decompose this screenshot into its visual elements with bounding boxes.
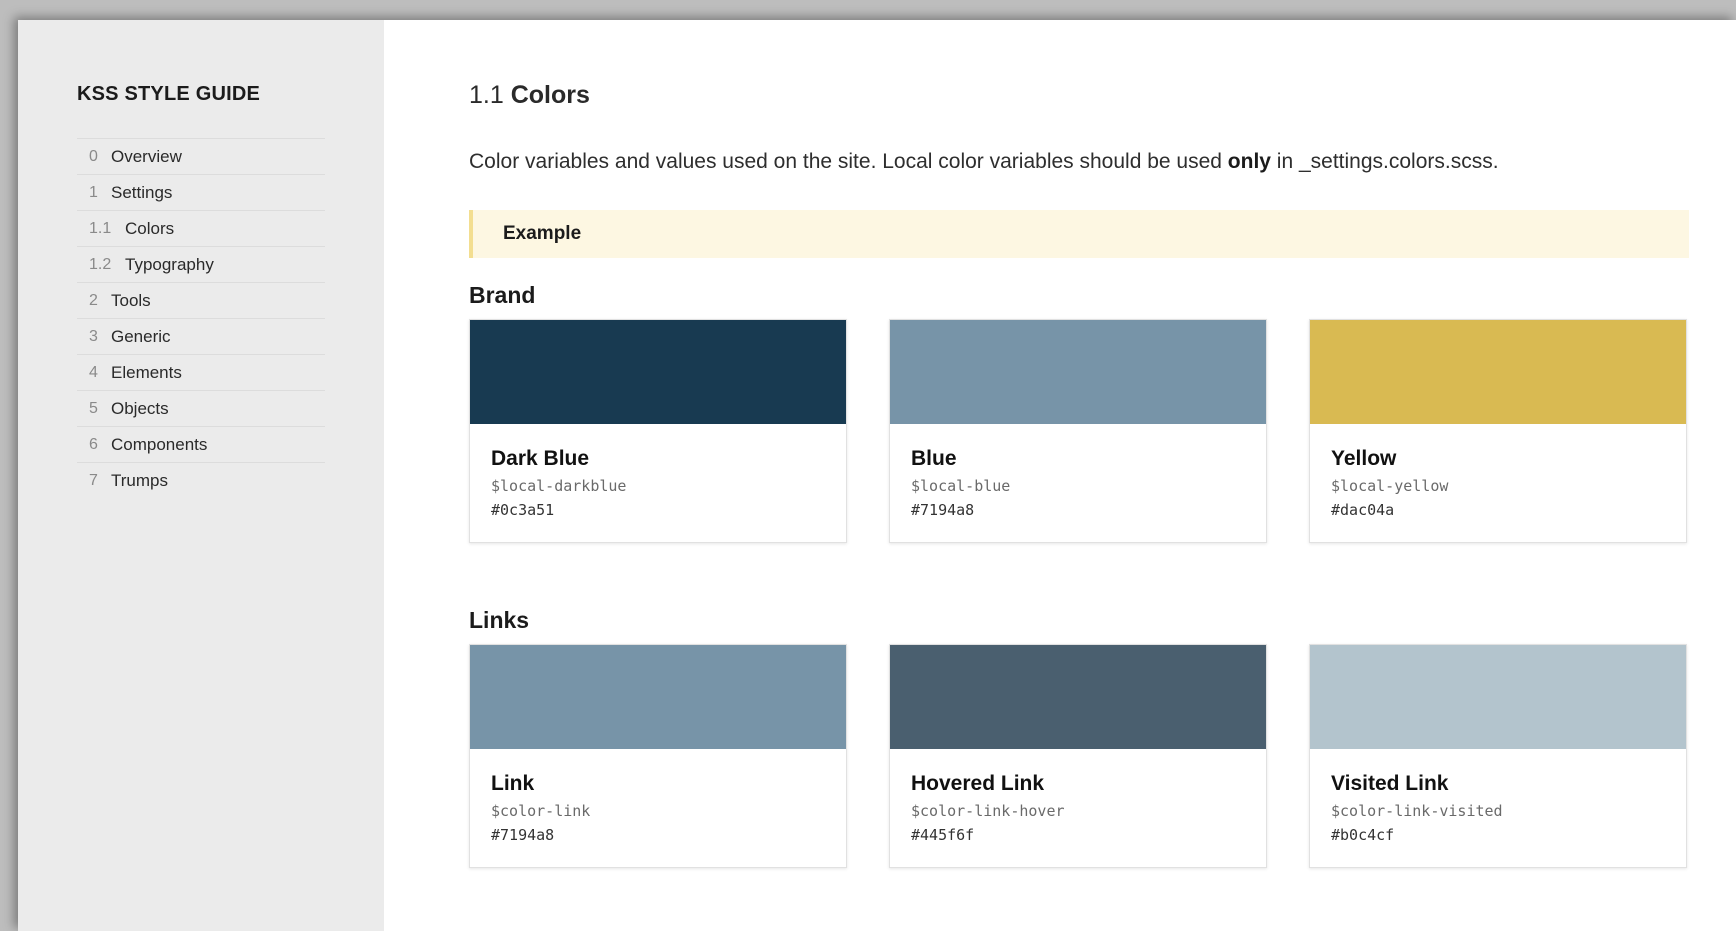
swatch-color xyxy=(470,645,846,749)
color-swatch: Hovered Link $color-link-hover #445f6f xyxy=(889,644,1267,868)
nav-number: 3 xyxy=(89,327,98,345)
sidebar-item-elements[interactable]: 4 Elements xyxy=(77,354,325,390)
sidebar-title: KSS STYLE GUIDE xyxy=(77,83,261,105)
swatch-color xyxy=(1310,320,1686,424)
sidebar-item-tools[interactable]: 2 Tools xyxy=(77,282,325,318)
nav-number: 2 xyxy=(89,291,98,309)
swatch-label: Hovered Link $color-link-hover #445f6f xyxy=(890,749,1266,844)
swatch-name: Yellow xyxy=(1331,447,1397,470)
swatch-hex: #0c3a51 xyxy=(491,501,555,519)
description-text: Color variables and values used on the s… xyxy=(469,150,1228,173)
color-swatch: Dark Blue $local-darkblue #0c3a51 xyxy=(469,319,847,543)
nav-number: 7 xyxy=(89,471,98,489)
sidebar-item-overview[interactable]: 0 Overview xyxy=(77,138,325,174)
sidebar-nav: 0 Overview 1 Settings 1.1 Colors 1.2 Typ… xyxy=(77,138,325,498)
example-label: Example xyxy=(503,223,582,244)
swatch-hex: #445f6f xyxy=(911,826,975,844)
nav-label: Settings xyxy=(111,182,173,202)
swatch-label: Link $color-link #7194a8 xyxy=(470,749,846,844)
swatch-name: Dark Blue xyxy=(491,447,590,470)
nav-number: 6 xyxy=(89,435,98,453)
swatch-color xyxy=(1310,645,1686,749)
swatch-color xyxy=(470,320,846,424)
nav-label: Generic xyxy=(111,326,171,346)
swatch-hex: #7194a8 xyxy=(911,501,975,519)
swatch-variable: $color-link-visited xyxy=(1331,802,1503,820)
nav-number: 0 xyxy=(89,147,98,165)
nav-label: Elements xyxy=(111,362,182,382)
nav-label: Overview xyxy=(111,146,182,166)
swatch-grid-brand: Dark Blue $local-darkblue #0c3a51 Blue $… xyxy=(469,319,1689,543)
style-guide-window: KSS STYLE GUIDE 0 Overview 1 Settings 1.… xyxy=(18,20,1736,931)
sidebar-item-typography[interactable]: 1.2 Typography xyxy=(77,246,325,282)
nav-label: Colors xyxy=(125,218,175,238)
description-text-end: in _settings.colors.scss. xyxy=(1270,150,1499,173)
example-toggle[interactable]: Example xyxy=(469,210,1689,258)
swatch-name: Blue xyxy=(911,447,957,470)
swatch-label: Blue $local-blue #7194a8 xyxy=(890,424,1266,519)
nav-label: Tools xyxy=(111,290,151,310)
sidebar-item-trumps[interactable]: 7 Trumps xyxy=(77,462,325,498)
nav-label: Components xyxy=(111,434,208,454)
nav-number: 4 xyxy=(89,363,98,381)
swatch-variable: $local-yellow xyxy=(1331,477,1449,495)
swatch-variable: $local-darkblue xyxy=(491,477,627,495)
swatch-name: Link xyxy=(491,772,535,795)
group-title-links: Links xyxy=(469,607,530,633)
swatch-label: Visited Link $color-link-visited #b0c4cf xyxy=(1310,749,1686,844)
color-swatch: Blue $local-blue #7194a8 xyxy=(889,319,1267,543)
sidebar-item-settings[interactable]: 1 Settings xyxy=(77,174,325,210)
sidebar-item-colors[interactable]: 1.1 Colors xyxy=(77,210,325,246)
main-content: 1.1 Colors Color variables and values us… xyxy=(469,20,1689,931)
nav-number: 5 xyxy=(89,399,98,417)
swatch-variable: $color-link xyxy=(491,802,591,820)
nav-number: 1 xyxy=(89,183,98,201)
swatch-name: Hovered Link xyxy=(911,772,1045,795)
color-swatch: Visited Link $color-link-visited #b0c4cf xyxy=(1309,644,1687,868)
color-swatch: Link $color-link #7194a8 xyxy=(469,644,847,868)
nav-number: 1.2 xyxy=(89,255,112,273)
swatch-hex: #b0c4cf xyxy=(1331,826,1395,844)
color-swatch: Yellow $local-yellow #dac04a xyxy=(1309,319,1687,543)
group-title-brand: Brand xyxy=(469,282,536,308)
nav-number: 1.1 xyxy=(89,219,112,237)
swatch-variable: $local-blue xyxy=(911,477,1011,495)
sidebar-item-components[interactable]: 6 Components xyxy=(77,426,325,462)
swatch-label: Dark Blue $local-darkblue #0c3a51 xyxy=(470,424,846,519)
description-emphasis: only xyxy=(1227,150,1271,173)
swatch-hex: #dac04a xyxy=(1331,501,1395,519)
nav-label: Objects xyxy=(111,398,169,418)
sidebar-item-generic[interactable]: 3 Generic xyxy=(77,318,325,354)
section-description: Color variables and values used on the s… xyxy=(469,150,1499,174)
section-number: 1.1 xyxy=(469,81,504,109)
swatch-variable: $color-link-hover xyxy=(911,802,1065,820)
section-name: Colors xyxy=(510,81,590,109)
swatch-color xyxy=(890,645,1266,749)
sidebar: KSS STYLE GUIDE 0 Overview 1 Settings 1.… xyxy=(18,20,384,931)
swatch-grid-links: Link $color-link #7194a8 Hovered Link $c… xyxy=(469,644,1689,868)
nav-label: Typography xyxy=(125,254,214,274)
nav-label: Trumps xyxy=(111,470,168,490)
swatch-color xyxy=(890,320,1266,424)
swatch-name: Visited Link xyxy=(1331,772,1449,795)
swatch-hex: #7194a8 xyxy=(491,826,555,844)
section-title: 1.1 Colors xyxy=(469,81,590,110)
swatch-label: Yellow $local-yellow #dac04a xyxy=(1310,424,1686,519)
sidebar-item-objects[interactable]: 5 Objects xyxy=(77,390,325,426)
